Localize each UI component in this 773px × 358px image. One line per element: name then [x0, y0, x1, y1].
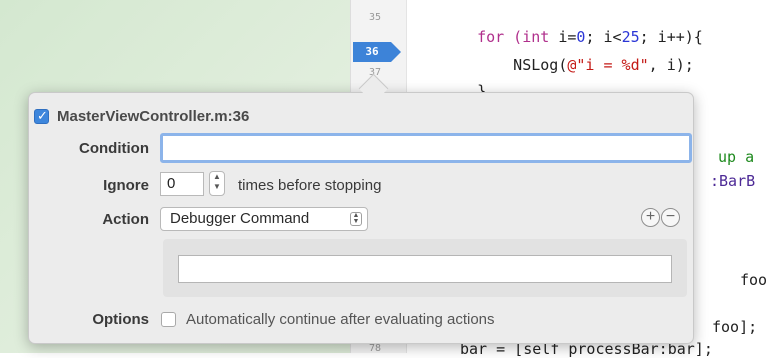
auto-continue-checkbox[interactable] [161, 312, 176, 327]
popup-chevron-icon: ▲ ▼ [350, 212, 362, 226]
code-peek: foo]; [712, 318, 758, 336]
condition-label: Condition [79, 140, 149, 157]
code-token: , i); [648, 56, 694, 74]
options-label: Options [92, 311, 149, 328]
minus-circle-icon[interactable]: − [661, 208, 680, 227]
line-number: 35 [368, 12, 382, 23]
action-label: Action [102, 211, 149, 228]
plus-circle-icon[interactable]: + [641, 208, 660, 227]
code-peek: up a [718, 148, 755, 166]
code-peek: foo [740, 271, 768, 289]
auto-continue-text: Automatically continue after evaluating … [186, 311, 495, 328]
debugger-command-input[interactable] [178, 255, 672, 283]
code-line: NSLog(@"i = %d", i); [459, 38, 694, 74]
stepper-icon[interactable]: ▲ ▼ [209, 171, 225, 196]
breakpoint-marker[interactable]: 36 [353, 42, 401, 62]
breakpoint-title: MasterViewController.m:36 [57, 108, 250, 125]
ignore-count-input[interactable]: 0 [160, 172, 204, 196]
line-number: 78 [368, 343, 382, 354]
condition-input[interactable] [160, 133, 692, 163]
action-type-value: Debugger Command [170, 210, 310, 227]
ignore-label: Ignore [103, 177, 149, 194]
breakpoint-enabled-checkbox[interactable] [34, 108, 49, 124]
code-peek: :BarB [710, 172, 756, 190]
action-type-popup[interactable]: Debugger Command ▲ ▼ [160, 207, 368, 231]
ignore-suffix-text: times before stopping [238, 177, 382, 194]
code-token: NSLog( [477, 56, 568, 74]
code-token: @"i = %d" [567, 56, 649, 74]
